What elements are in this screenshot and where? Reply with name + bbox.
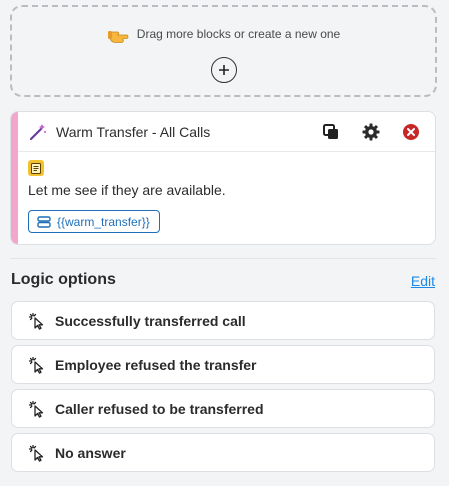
variable-label: {{warm_transfer}} bbox=[57, 214, 150, 229]
variable-chip[interactable]: {{warm_transfer}} bbox=[28, 210, 160, 233]
block-header: Warm Transfer - All Calls bbox=[18, 112, 435, 152]
magic-wand-icon bbox=[29, 123, 46, 140]
add-block-button[interactable] bbox=[210, 57, 237, 83]
click-pointer-icon bbox=[28, 400, 44, 418]
logic-option-label: Caller refused to be transferred bbox=[55, 400, 264, 417]
logic-option-caller-refused[interactable]: Caller refused to be transferred bbox=[11, 389, 435, 428]
logic-option-label: Employee refused the transfer bbox=[55, 356, 257, 373]
drop-zone-hint: Drag more blocks or create a new one bbox=[107, 23, 340, 45]
plus-icon bbox=[218, 65, 229, 75]
logic-options-list: Successfully transferred call Employee r… bbox=[11, 301, 435, 477]
logic-option-successfully-transferred[interactable]: Successfully transferred call bbox=[11, 301, 435, 340]
click-pointer-icon bbox=[28, 444, 44, 462]
logic-option-label: No answer bbox=[55, 444, 126, 461]
logic-option-label: Successfully transferred call bbox=[55, 312, 246, 329]
logic-option-no-answer[interactable]: No answer bbox=[11, 433, 435, 472]
block-accent-bar bbox=[11, 112, 18, 244]
block-actions bbox=[321, 122, 421, 142]
click-pointer-icon bbox=[28, 356, 44, 374]
pointing-hand-icon bbox=[107, 31, 129, 43]
click-pointer-icon bbox=[28, 312, 44, 330]
close-icon[interactable] bbox=[401, 122, 421, 142]
database-icon bbox=[37, 215, 51, 228]
edit-link[interactable]: Edit bbox=[411, 273, 435, 289]
drop-zone-text: Drag more blocks or create a new one bbox=[136, 27, 341, 41]
section-divider bbox=[10, 258, 436, 259]
block-title: Warm Transfer - All Calls bbox=[56, 123, 211, 140]
gear-icon[interactable] bbox=[361, 122, 381, 142]
warm-transfer-block[interactable]: Warm Transfer - All Calls Let me see if … bbox=[10, 111, 436, 245]
logic-option-employee-refused[interactable]: Employee refused the transfer bbox=[11, 345, 435, 384]
say-text: Let me see if they are available. bbox=[28, 182, 226, 198]
block-body: Let me see if they are available. {{warm… bbox=[28, 160, 425, 233]
drop-zone[interactable]: Drag more blocks or create a new one bbox=[10, 5, 437, 97]
note-icon bbox=[28, 160, 44, 176]
logic-options-title: Logic options bbox=[11, 271, 116, 288]
copy-icon[interactable] bbox=[321, 122, 341, 142]
